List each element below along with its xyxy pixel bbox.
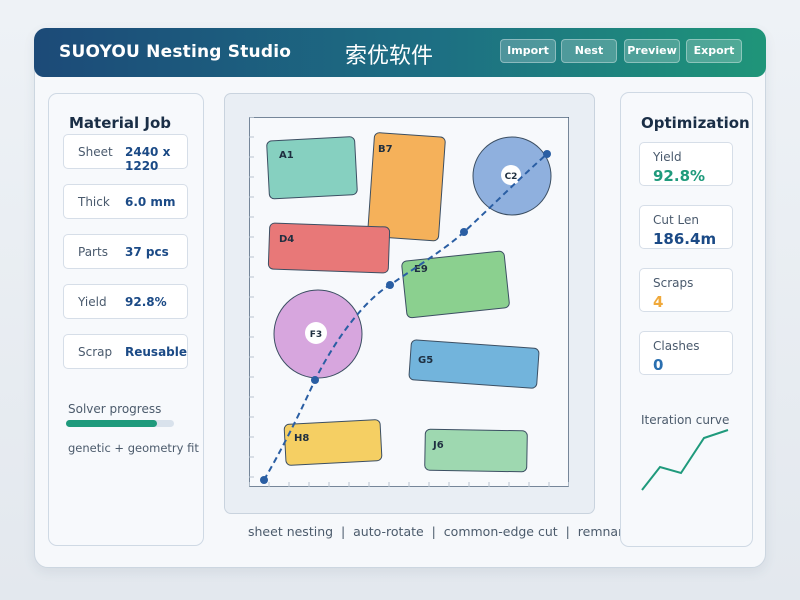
part-E9-label: E9 — [414, 264, 428, 275]
part-F3-label: F3 — [310, 330, 322, 340]
cut-point-1[interactable] — [260, 476, 268, 484]
parts-field[interactable]: Parts 37 pcs — [63, 234, 188, 269]
solver-progress-label: Solver progress — [68, 402, 162, 416]
solver-method-text: genetic + geometry fit — [68, 441, 199, 455]
solver-progress-track — [66, 420, 174, 427]
nesting-sheet[interactable]: A1 B7 C2 D4 E9 F3 G5 H8 J6 — [249, 117, 569, 487]
solver-progress-fill — [66, 420, 157, 427]
metric-cut-length-label: Cut Len — [653, 213, 699, 227]
sheet-value: 2440 x 1220 — [125, 145, 171, 173]
metric-yield-value: 92.8% — [653, 167, 706, 185]
cut-point-5[interactable] — [543, 150, 551, 158]
iteration-curve-line — [641, 429, 729, 491]
part-A1-shape — [266, 136, 358, 200]
metric-yield-label: Yield — [653, 150, 682, 164]
scrap-value: Reusable — [125, 345, 188, 359]
import-button[interactable]: Import — [500, 39, 556, 63]
cut-point-3[interactable] — [386, 281, 394, 289]
export-button[interactable]: Export — [686, 39, 742, 63]
nest-button[interactable]: Nest — [561, 39, 617, 63]
part-D4-label: D4 — [279, 234, 294, 245]
optimization-title: Optimization — [641, 114, 750, 132]
metric-clashes-label: Clashes — [653, 339, 700, 353]
thick-label: Thick — [78, 195, 110, 209]
part-B7-label: B7 — [378, 144, 393, 155]
part-D4[interactable] — [267, 222, 391, 274]
thick-field[interactable]: Thick 6.0 mm — [63, 184, 188, 219]
thick-value: 6.0 mm — [125, 195, 176, 209]
yield-value: 92.8% — [125, 295, 167, 309]
metric-cut-length-value: 186.4m — [653, 230, 717, 248]
part-H8-label: H8 — [294, 433, 309, 444]
material-job-title: Material Job — [69, 114, 172, 132]
metric-scraps-value: 4 — [653, 293, 664, 311]
iteration-curve-chart — [641, 429, 729, 491]
yield-field[interactable]: Yield 92.8% — [63, 284, 188, 319]
header-bar: SUOYOU Nesting Studio 索优软件 Import Nest P… — [34, 28, 766, 77]
scrap-label: Scrap — [78, 345, 113, 359]
part-A1[interactable] — [266, 136, 358, 200]
sheet-label: Sheet — [78, 145, 113, 159]
cut-point-2[interactable] — [311, 376, 319, 384]
part-A1-label: A1 — [279, 150, 294, 161]
part-J6-label: J6 — [432, 440, 444, 451]
part-C2-label: C2 — [505, 172, 518, 182]
part-D4-shape — [267, 222, 391, 274]
yield-label: Yield — [78, 295, 107, 309]
metric-clashes[interactable]: Clashes 0 — [639, 331, 733, 375]
parts-label: Parts — [78, 245, 108, 259]
metric-clashes-value: 0 — [653, 356, 664, 374]
preview-button[interactable]: Preview — [624, 39, 680, 63]
part-E9-shape — [401, 250, 510, 319]
metric-cut-length[interactable]: Cut Len 186.4m — [639, 205, 733, 249]
scrap-field[interactable]: Scrap Reusable — [63, 334, 188, 369]
parts-value: 37 pcs — [125, 245, 169, 259]
metric-yield[interactable]: Yield 92.8% — [639, 142, 733, 186]
metric-scraps[interactable]: Scraps 4 — [639, 268, 733, 312]
cut-point-4[interactable] — [460, 228, 468, 236]
sheet-field[interactable]: Sheet 2440 x 1220 — [63, 134, 188, 173]
feature-footer: sheet nesting | auto-rotate | common-edg… — [248, 524, 669, 539]
material-job-panel: Material Job Sheet 2440 x 1220 Thick 6.0… — [48, 93, 204, 546]
app-title: SUOYOU Nesting Studio — [59, 42, 292, 62]
metric-scraps-label: Scraps — [653, 276, 694, 290]
part-E9[interactable] — [401, 250, 510, 319]
part-G5-label: G5 — [418, 355, 433, 366]
app-title-cn: 索优软件 — [345, 44, 434, 69]
